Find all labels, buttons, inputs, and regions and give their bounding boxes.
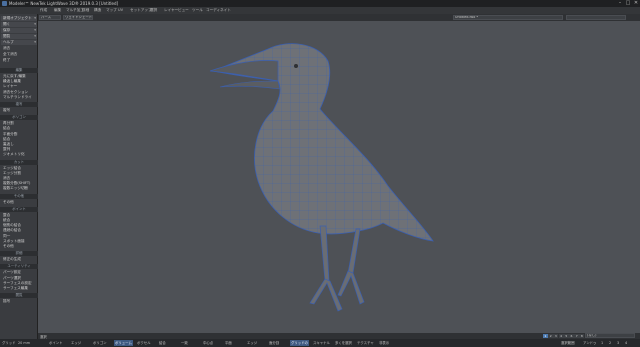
bottom-right-label[interactable]: 選択範囲 [560, 340, 576, 346]
status-button-8[interactable]: 8 [579, 334, 585, 338]
left-section-header[interactable]: 複写 [0, 102, 38, 107]
shading-select[interactable]: ウェイトシェード [63, 15, 93, 20]
bottom-number-button[interactable]: 2 [608, 340, 612, 346]
left-tool-button[interactable]: ジオメトリ化 [1, 152, 37, 157]
bottom-tool-button[interactable]: テクスチャ [356, 340, 375, 346]
bottom-tool-button[interactable]: エッジ [246, 340, 258, 346]
title-bar: Modeler™ NewTek LightWave 3D® 2019.0.3 [… [0, 0, 640, 7]
layer-select-2[interactable] [566, 15, 626, 20]
chevron-down-icon: ▾ [34, 40, 36, 44]
left-tool-button[interactable]: サーフェス編集 [1, 286, 37, 291]
left-section-header[interactable]: ユーティリティ [0, 264, 38, 270]
left-tool-panel: 新規オブジェクト ▾ 開く ▾ 保存 ▾ 閲覧 ▾ ヘルプ ▾ 消去 全て消去 終了 編集 元に戻す/編集繰… [0, 14, 38, 339]
bottom-toolbar: グリッド 20 mm ポイント エッジ ポリゴン ボリューム ボクセル 結合 一致 中心点 平面… [0, 339, 640, 347]
crow-3d-model [209, 43, 434, 312]
left-tool-button[interactable]: マルチランドライ [1, 95, 37, 100]
mode-button[interactable]: ボリューム [114, 340, 133, 346]
left-tool-button[interactable]: 複数エッジ切断 [1, 186, 37, 191]
view-mode-select[interactable]: パース [39, 15, 61, 20]
maximize-button[interactable]: □ [624, 1, 632, 6]
bottom-tool-button[interactable]: スキャナル [312, 340, 331, 346]
menu-tab-bar: 作成 編集 マルチ加工 詳細 構造 マップ UV セットアップ 選択 レイヤー ビュー ツール コーディ… [0, 7, 640, 14]
bottom-number-button[interactable]: 4 [624, 340, 628, 346]
bottom-right-label[interactable]: アンドゥ [582, 340, 597, 346]
left-tool-button[interactable]: その他 [1, 244, 37, 249]
layer-select[interactable]: Untitled.lwo * [453, 15, 563, 20]
bottom-tool-button[interactable]: 非表示 [378, 340, 390, 346]
left-top-item[interactable]: 開く ▾ [1, 22, 37, 27]
bottom-tool-button[interactable]: 多くを選択 [334, 340, 353, 346]
mode-button[interactable]: ポイント [48, 340, 64, 346]
menu-tab-1[interactable]: 作成 [40, 8, 47, 13]
menu-tab-13[interactable]: コーディネイト [206, 8, 231, 13]
bottom-tool-button[interactable]: 結合 [158, 340, 167, 346]
bottom-tool-button[interactable]: 中心点 [202, 340, 214, 346]
left-top-item[interactable]: 終了 [1, 58, 37, 63]
left-tool-button[interactable]: 修正の生成 [1, 257, 37, 262]
left-section-header[interactable]: 編集 [0, 68, 38, 73]
grid-label: グリッド [2, 341, 16, 345]
viewport-header: パース ウェイトシェード Untitled.lwo * [38, 14, 640, 21]
bottom-number-button[interactable]: 3 [616, 340, 620, 346]
bottom-tool-button[interactable]: グリッドの [290, 340, 309, 346]
mode-button[interactable]: エッジ [70, 340, 82, 346]
left-top-item[interactable]: 保存 ▾ [1, 28, 37, 33]
left-top-item-label: 開く [3, 22, 11, 26]
grid-value: 20 mm [18, 341, 30, 345]
menu-tab-11[interactable]: ビュー [178, 8, 189, 13]
left-section-header[interactable]: 詳細 [0, 251, 38, 257]
menu-tab-6[interactable]: マップ [106, 8, 117, 13]
left-top-item-label: ヘルプ [3, 40, 14, 44]
bottom-tool-button[interactable]: 平面 [224, 340, 233, 346]
chevron-down-icon: ▾ [34, 34, 36, 38]
close-button[interactable]: ✕ [632, 1, 640, 6]
menu-tab-8[interactable]: セットアップ [130, 8, 152, 13]
left-section-header[interactable]: 閲覧 [0, 293, 38, 299]
bird-legs [309, 225, 365, 312]
left-tool-button[interactable]: 複写 [1, 108, 37, 113]
app-icon [2, 1, 7, 6]
bird-eye [294, 64, 298, 68]
left-tool-button[interactable]: その他 [1, 200, 37, 205]
left-top-item[interactable]: 閲覧 ▾ [1, 34, 37, 39]
mode-button[interactable]: ボクセル [136, 340, 152, 346]
left-top-item-label: 全て消去 [3, 52, 18, 56]
left-section-header[interactable]: カット [0, 159, 38, 165]
left-top-item[interactable]: ヘルプ ▾ [1, 40, 37, 45]
left-section-header[interactable]: その他 [0, 193, 38, 199]
window-title: Modeler™ NewTek LightWave 3D® 2019.0.3 [… [9, 1, 119, 6]
left-section-header[interactable]: ポリゴン [0, 115, 38, 121]
left-top-item[interactable]: 消去 [1, 46, 37, 51]
status-right-select[interactable]: (なし) [585, 333, 635, 338]
menu-tab-7[interactable]: UV [118, 8, 123, 12]
menu-tab-4[interactable]: 詳細 [82, 8, 89, 13]
perspective-viewport[interactable] [38, 21, 640, 333]
mode-button[interactable]: ポリゴン [92, 340, 108, 346]
left-top-item-label: 保存 [3, 28, 11, 32]
menu-tab-2[interactable]: 編集 [54, 8, 61, 13]
bottom-tool-button[interactable]: 面分割 [268, 340, 280, 346]
bird-beak [209, 60, 279, 82]
left-top-item-label: 新規オブジェクト [3, 16, 32, 20]
bottom-number-button[interactable]: 1 [600, 340, 604, 346]
left-tool-button[interactable]: 描写 [1, 299, 37, 304]
menu-tab-12[interactable]: ツール [192, 8, 203, 13]
left-top-item-label: 終了 [3, 58, 11, 62]
menu-tab-9[interactable]: 選択 [150, 8, 157, 13]
bottom-tool-button[interactable]: 一致 [180, 340, 189, 346]
chevron-down-icon: ▾ [34, 28, 36, 32]
chevron-down-icon: ▾ [34, 16, 36, 20]
left-top-item[interactable]: 全て消去 [1, 52, 37, 57]
menu-tab-10[interactable]: レイヤー [164, 8, 178, 13]
minimize-button[interactable]: – [616, 1, 624, 6]
left-section-header[interactable]: ポイント [0, 206, 38, 212]
left-top-item-label: 閲覧 [3, 34, 11, 38]
left-top-item-label: 消去 [3, 46, 11, 50]
left-top-item[interactable]: 新規オブジェクト ▾ [1, 16, 37, 21]
menu-tab-5[interactable]: 構造 [94, 8, 101, 13]
chevron-down-icon: ▾ [34, 22, 36, 26]
